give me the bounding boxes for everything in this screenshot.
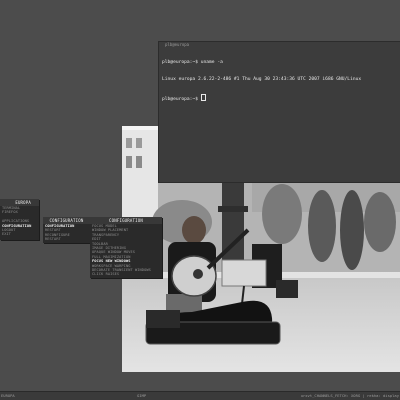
terminal-output[interactable]: plb@europa:~$ uname -a Linux europa 2.6.… — [162, 49, 398, 114]
terminal-title: plb@europa — [165, 42, 190, 47]
configuration-options-menu[interactable]: CONFIGURATION FOCUS MODEL WINDOW PLACEME… — [90, 217, 162, 278]
taskbar-window-gimp[interactable]: GIMP — [137, 392, 146, 400]
terminal-window[interactable]: plb@europa plb@europa:~$ uname -a Linux … — [159, 42, 400, 182]
text-cursor — [200, 93, 206, 101]
configuration-menu-title: CONFIGURATION — [43, 217, 90, 224]
menu-item-exit[interactable]: EXIT — [0, 232, 39, 236]
root-menu-title: EUROPA — [0, 199, 39, 206]
configuration-options-title: CONFIGURATION — [90, 217, 162, 224]
taskbar: EUROPA GIMP urxvt_CHANNELS_FETCH: XORG |… — [0, 391, 400, 400]
terminal-prompt-line: plb@europa:~$ — [162, 93, 398, 103]
terminal-line: plb@europa:~$ uname -a — [162, 60, 223, 66]
workspace-name[interactable]: EUROPA — [1, 392, 15, 400]
menu-item-click-raises[interactable]: CLICK RAISES — [90, 272, 162, 276]
menu-item-restart-2[interactable]: RESTART — [43, 237, 90, 241]
configuration-menu[interactable]: CONFIGURATION CONFIGURATION RESTART RECO… — [43, 217, 90, 243]
root-menu[interactable]: EUROPA TERMINAL FIREFOX APPLICATIONS CON… — [0, 199, 39, 240]
terminal-line: Linux europa 2.6.22-2-486 #1 Thu Aug 30 … — [162, 76, 362, 82]
taskbar-status-text: urxvt_CHANNELS_FETCH: XORG | rekha: disp… — [300, 393, 399, 398]
terminal-prompt: plb@europa:~$ — [162, 96, 201, 102]
